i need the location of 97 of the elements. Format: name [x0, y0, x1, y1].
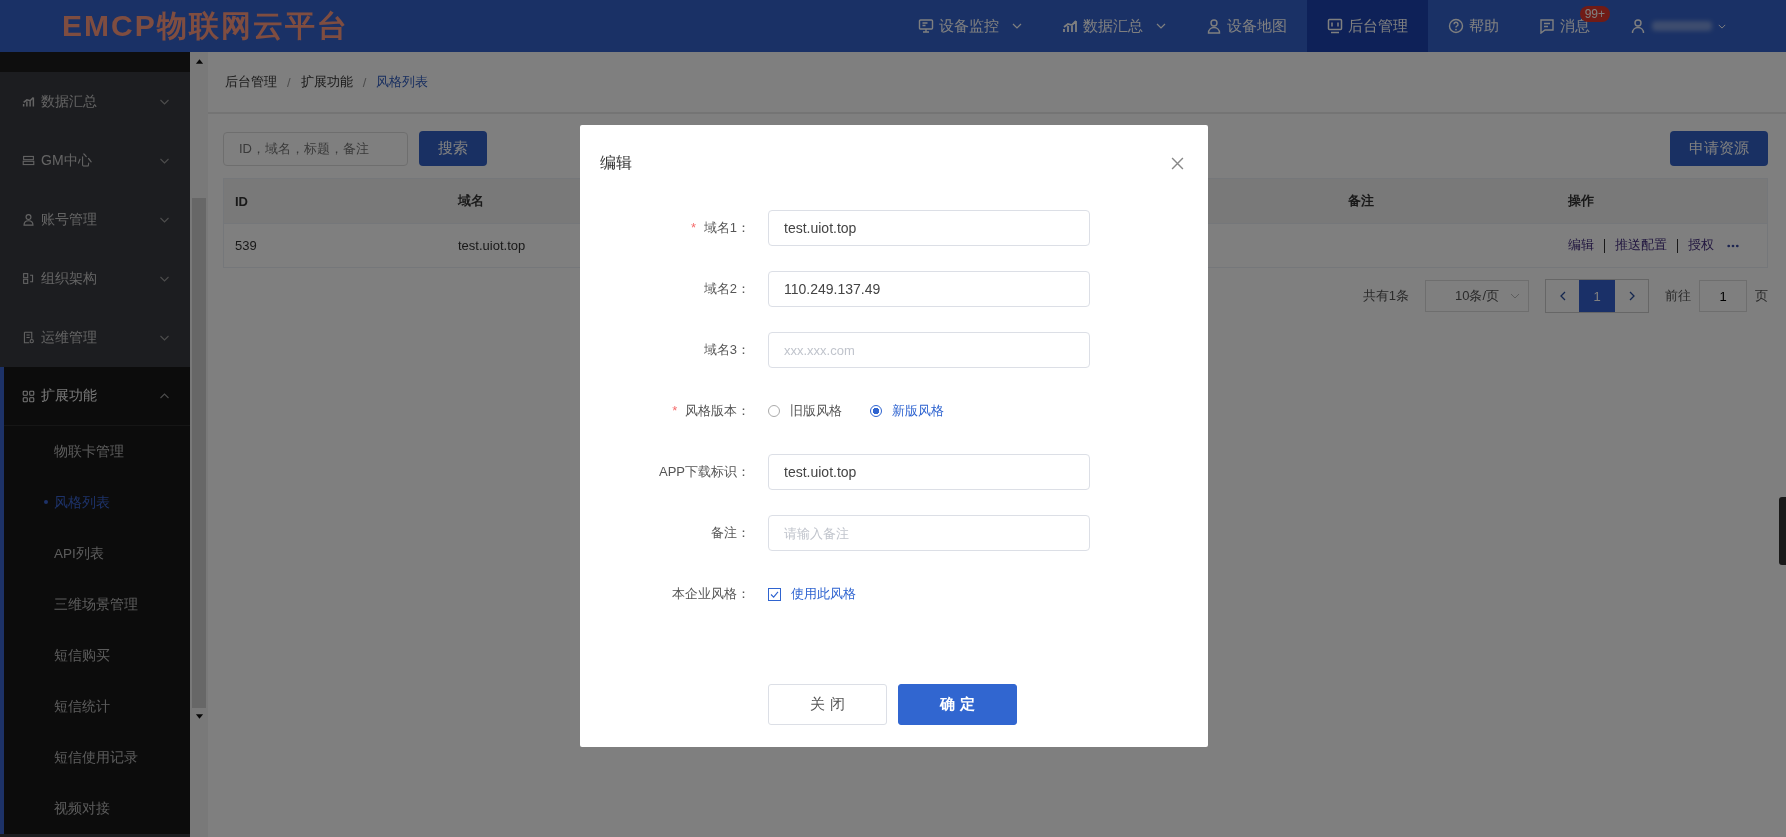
chevron-down-icon	[159, 275, 170, 282]
text-field[interactable]: test.uiot.top	[768, 454, 1090, 490]
menu-item[interactable]: 短信购买	[4, 630, 190, 681]
org-icon	[22, 272, 35, 285]
search-field[interactable]: ID，域名，标题，备注	[223, 131, 408, 166]
monitor-icon	[918, 18, 934, 34]
nav-item[interactable]: 设备地图	[1186, 0, 1307, 52]
menu-group[interactable]: 账号管理	[0, 190, 190, 249]
action-link[interactable]: 授权	[1688, 237, 1714, 254]
required-mark: *	[672, 403, 678, 418]
bar-chart-icon	[22, 95, 35, 108]
menu-group[interactable]: 运维管理	[0, 308, 190, 367]
total-count: 共有1条	[1362, 287, 1409, 305]
menu-item[interactable]: 物联卡管理	[4, 426, 190, 477]
checkmark-icon	[770, 590, 779, 598]
jump-label: 前往	[1665, 287, 1691, 305]
menu-item[interactable]: 三维场景管理	[4, 579, 190, 630]
table-cell-text: test.uiot.top	[457, 238, 527, 253]
active-dot	[44, 500, 48, 504]
page-number[interactable]: 1	[1579, 280, 1615, 312]
nav-item[interactable]: 设备监控	[898, 0, 1042, 52]
action-link[interactable]: 推送配置	[1615, 237, 1667, 254]
chevron-down-icon	[1510, 293, 1520, 299]
chevron-down-icon	[159, 216, 170, 223]
menu-item[interactable]: 视频对接	[4, 783, 190, 834]
column-header: 域名	[456, 192, 485, 210]
scroll-down-icon[interactable]	[194, 714, 204, 720]
search-button[interactable]: 搜索	[419, 131, 487, 166]
user-icon	[1630, 18, 1646, 34]
nav-item[interactable]: 帮助	[1428, 0, 1519, 52]
chevron-up-icon	[159, 393, 170, 399]
close-icon[interactable]	[1171, 157, 1184, 170]
page-jump-field[interactable]: 1	[1699, 280, 1747, 312]
message-icon	[1539, 18, 1555, 34]
page-size-select[interactable]: 10条/页	[1425, 280, 1529, 312]
more-icon[interactable]	[1727, 243, 1739, 248]
menu-item[interactable]: API列表	[4, 528, 190, 579]
field-label: 本企业风格：	[672, 586, 750, 601]
menu-group[interactable]: 数据汇总	[0, 72, 190, 131]
breadcrumb-item[interactable]: 风格列表	[376, 73, 429, 91]
chevron-down-icon	[1156, 23, 1166, 29]
breadcrumb-item[interactable]: 后台管理	[225, 73, 277, 91]
checkbox-label: 使用此风格	[791, 585, 856, 603]
nav-item[interactable]: 后台管理	[1307, 0, 1428, 52]
scrollbar[interactable]	[190, 52, 208, 837]
radio-option[interactable]: 旧版风格	[768, 402, 842, 420]
server-icon	[22, 154, 35, 167]
text-field[interactable]: test.uiot.top	[768, 210, 1090, 246]
column-header: 操作	[1567, 192, 1595, 210]
help-icon	[1448, 18, 1464, 34]
chevron-down-icon	[159, 334, 170, 341]
close-button[interactable]: 关 闭	[768, 684, 887, 725]
column-header: 备注	[1347, 192, 1375, 210]
radio-option[interactable]: 新版风格	[870, 402, 944, 420]
menu-group[interactable]: 组织架构	[0, 249, 190, 308]
menu-item[interactable]: 短信统计	[4, 681, 190, 732]
scroll-up-icon[interactable]	[194, 58, 204, 64]
chevron-down-icon	[159, 157, 170, 164]
checkbox[interactable]	[768, 587, 781, 601]
chevron-right-icon	[1628, 291, 1635, 301]
grid-icon	[22, 389, 35, 403]
logo: EMCP物联网云平台	[62, 7, 349, 44]
required-mark: *	[691, 220, 697, 235]
chevron-down-icon	[1012, 23, 1022, 29]
screen-icon	[1327, 18, 1343, 34]
menu-item[interactable]: 短信使用记录	[4, 732, 190, 783]
field-label: 备注：	[711, 525, 750, 540]
confirm-button[interactable]: 确 定	[898, 684, 1017, 725]
action-link[interactable]: 编辑	[1568, 237, 1594, 254]
dialog-title: 编辑	[600, 153, 632, 173]
chevron-down-icon	[1718, 23, 1726, 29]
text-field[interactable]: xxx.xxx.com	[768, 332, 1090, 368]
menu-group[interactable]: GM中心	[0, 131, 190, 190]
text-field[interactable]: 110.249.137.49	[768, 271, 1090, 307]
page-suffix: 页	[1755, 287, 1768, 305]
breadcrumb-separator: /	[362, 74, 367, 90]
document-icon	[22, 331, 35, 344]
nav-item[interactable]: 数据汇总	[1042, 0, 1186, 52]
text-field[interactable]: 请输入备注	[768, 515, 1090, 551]
field-label: 域名2：	[703, 281, 750, 296]
radio-label: 旧版风格	[790, 402, 842, 420]
field-label: 域名1：	[703, 220, 750, 235]
field-label: 风格版本：	[685, 403, 750, 418]
bar-chart-icon	[1062, 18, 1078, 34]
radio-label: 新版风格	[892, 402, 944, 420]
table-cell-text: 539	[234, 238, 258, 253]
chevron-down-icon	[159, 98, 170, 105]
breadcrumb-separator: /	[287, 74, 291, 90]
field-label: APP下载标识：	[659, 464, 750, 479]
column-header: ID	[234, 193, 249, 209]
radio-button[interactable]	[870, 405, 882, 417]
user-icon	[22, 213, 35, 226]
chevron-left-icon	[1559, 291, 1566, 301]
breadcrumb-item[interactable]: 扩展功能	[300, 73, 353, 91]
field-label: 域名3：	[703, 342, 750, 357]
user-icon	[1206, 18, 1222, 34]
apply-resource-button[interactable]: 申请资源	[1670, 131, 1768, 166]
